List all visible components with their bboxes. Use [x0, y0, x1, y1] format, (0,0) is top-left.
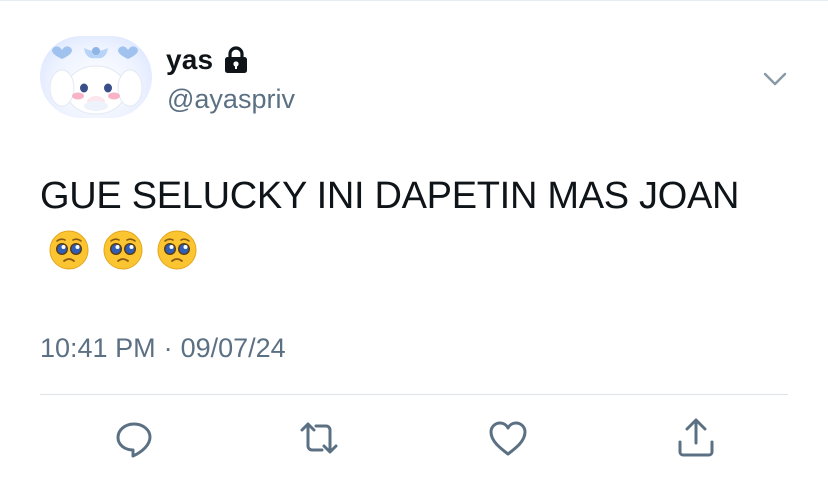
- lock-icon: [223, 45, 249, 75]
- avatar[interactable]: [40, 36, 152, 118]
- retweet-icon: [300, 422, 338, 454]
- tweet-text-body: GUE SELUCKY INI DAPETIN MAS JOAN: [40, 175, 740, 217]
- emoji-group: [48, 229, 198, 271]
- avatar-image: [49, 46, 143, 115]
- reply-icon: [116, 422, 152, 458]
- tweet-timestamp[interactable]: 10:41 PM · 09/07/24: [40, 333, 286, 364]
- pleading-face-emoji-icon: [102, 229, 144, 271]
- top-divider: [0, 0, 828, 1]
- share-icon: [678, 418, 714, 457]
- actions-divider: [40, 394, 788, 395]
- tweet-text: GUE SELUCKY INI DAPETIN MAS JOAN: [40, 170, 780, 274]
- tweet-date: 09/07/24: [180, 333, 286, 363]
- retweet-button[interactable]: [297, 416, 341, 460]
- like-button[interactable]: [486, 416, 530, 460]
- tweet-time: 10:41 PM: [40, 333, 156, 363]
- action-bar: [0, 412, 828, 462]
- display-name[interactable]: yas: [166, 44, 213, 76]
- user-handle[interactable]: @ayaspriv: [167, 84, 295, 115]
- reply-button[interactable]: [112, 416, 156, 460]
- chevron-down-icon[interactable]: [760, 66, 790, 92]
- pleading-face-emoji-icon: [48, 229, 90, 271]
- share-button[interactable]: [674, 416, 718, 460]
- heart-icon: [489, 421, 527, 456]
- name-row: yas: [166, 42, 249, 78]
- pleading-face-emoji-icon: [156, 229, 198, 271]
- meta-separator: ·: [163, 333, 173, 363]
- tweet-detail: yas @ayaspriv GUE SELUCKY INI DAPETIN MA…: [0, 0, 828, 479]
